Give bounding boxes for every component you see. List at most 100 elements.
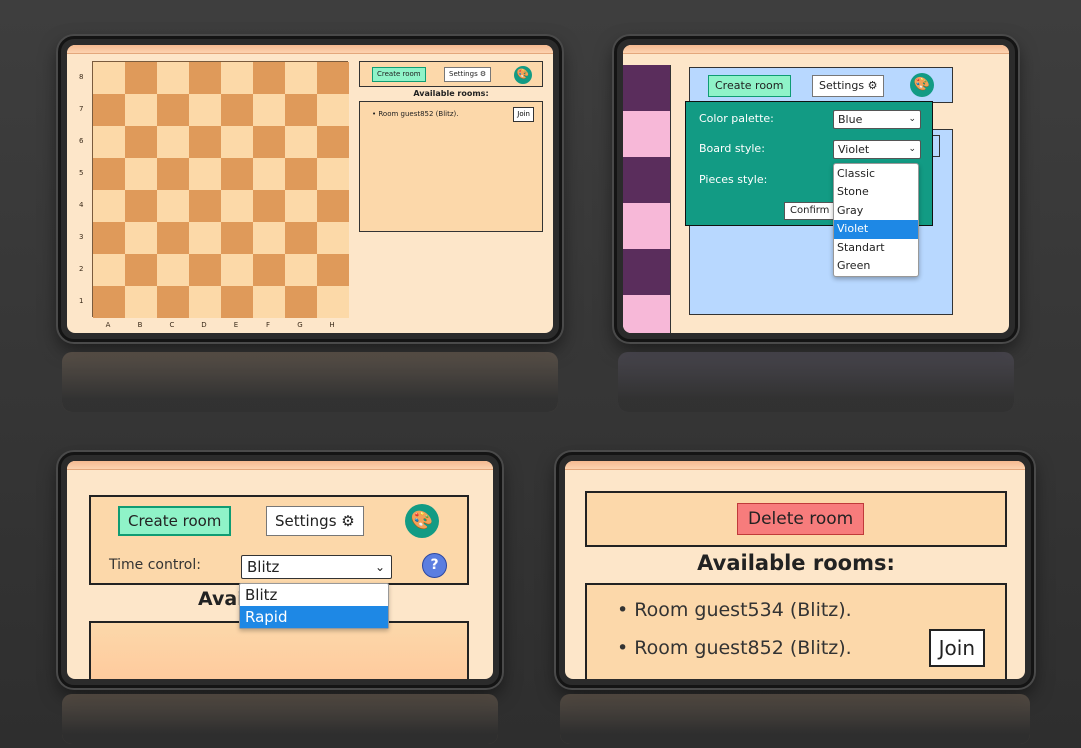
reflection-rooms <box>560 694 1030 744</box>
board-square[interactable] <box>125 222 157 254</box>
screen-board: 8 7 6 5 4 3 2 1 A B C D E F G H Create room Settings ⚙… <box>67 45 553 333</box>
board-square[interactable] <box>253 222 285 254</box>
board-square[interactable] <box>189 254 221 286</box>
board-square[interactable] <box>253 190 285 222</box>
board-square[interactable] <box>93 62 125 94</box>
board-square[interactable] <box>189 62 221 94</box>
board-square[interactable] <box>285 286 317 318</box>
board-square[interactable] <box>125 190 157 222</box>
dropdown-option[interactable]: Standart <box>834 239 918 257</box>
board-square[interactable] <box>125 94 157 126</box>
board-square[interactable] <box>317 126 349 158</box>
help-icon[interactable]: ? <box>422 553 447 578</box>
board-square[interactable] <box>221 254 253 286</box>
board-square[interactable] <box>221 62 253 94</box>
board-style-select[interactable]: Violet ⌄ <box>833 140 921 159</box>
board-square[interactable] <box>189 190 221 222</box>
board-square[interactable] <box>285 94 317 126</box>
chevron-down-icon: ⌄ <box>374 560 385 574</box>
board-square[interactable] <box>253 286 285 318</box>
board-square[interactable] <box>125 62 157 94</box>
board-square[interactable] <box>285 222 317 254</box>
room-list-item: • Room guest852 (Blitz). <box>617 637 852 659</box>
board-square[interactable] <box>317 254 349 286</box>
board-square[interactable] <box>157 190 189 222</box>
create-room-button[interactable]: Create room <box>708 75 791 97</box>
board-square[interactable] <box>125 254 157 286</box>
board-square[interactable] <box>93 286 125 318</box>
settings-button[interactable]: Settings ⚙ <box>266 506 364 536</box>
delete-room-button[interactable]: Delete room <box>737 503 865 535</box>
board-style-options: Classic Stone Gray Violet Standart Green <box>833 163 919 278</box>
dropdown-option[interactable]: Green <box>834 257 918 275</box>
board-square[interactable] <box>317 222 349 254</box>
dropdown-option[interactable]: Blitz <box>240 584 388 606</box>
board-square[interactable] <box>189 126 221 158</box>
palette-icon[interactable]: 🎨 <box>405 504 439 538</box>
time-control-value: Blitz <box>247 558 280 576</box>
settings-button[interactable]: Settings ⚙ <box>812 75 885 97</box>
dropdown-option[interactable]: Rapid <box>240 606 388 628</box>
palette-icon[interactable]: 🎨 <box>514 66 532 84</box>
join-button[interactable]: Join <box>928 629 985 667</box>
chess-board[interactable] <box>92 61 349 318</box>
board-square[interactable] <box>157 126 189 158</box>
board-square[interactable] <box>189 286 221 318</box>
board-square[interactable] <box>285 158 317 190</box>
board-square[interactable] <box>157 254 189 286</box>
board-square[interactable] <box>157 286 189 318</box>
board-square[interactable] <box>285 254 317 286</box>
board-square[interactable] <box>221 286 253 318</box>
board-square[interactable] <box>125 126 157 158</box>
board-square[interactable] <box>253 62 285 94</box>
board-square[interactable] <box>93 222 125 254</box>
board-square[interactable] <box>253 254 285 286</box>
board-square[interactable] <box>93 94 125 126</box>
board-square[interactable] <box>189 94 221 126</box>
board-square[interactable] <box>125 286 157 318</box>
board-square[interactable] <box>125 158 157 190</box>
board-square[interactable] <box>317 190 349 222</box>
dropdown-option[interactable]: Classic <box>834 165 918 183</box>
board-square[interactable] <box>221 158 253 190</box>
board-square[interactable] <box>253 94 285 126</box>
confirm-button[interactable]: Confirm <box>784 202 836 220</box>
board-square[interactable] <box>93 158 125 190</box>
board-square[interactable] <box>317 158 349 190</box>
board-square[interactable] <box>157 158 189 190</box>
board-square[interactable] <box>285 62 317 94</box>
board-square[interactable] <box>317 62 349 94</box>
board-square[interactable] <box>93 190 125 222</box>
board-square[interactable] <box>157 94 189 126</box>
board-square[interactable] <box>253 158 285 190</box>
board-square[interactable] <box>93 254 125 286</box>
board-square[interactable] <box>317 94 349 126</box>
available-rooms-heading: Avai <box>198 588 244 610</box>
board-square[interactable] <box>189 158 221 190</box>
board-square[interactable] <box>253 126 285 158</box>
board-square[interactable] <box>285 190 317 222</box>
board-square[interactable] <box>157 62 189 94</box>
board-square[interactable] <box>317 286 349 318</box>
pieces-style-label: Pieces style: <box>699 173 768 186</box>
board-square[interactable] <box>157 222 189 254</box>
board-square[interactable] <box>93 126 125 158</box>
color-palette-select[interactable]: Blue ⌄ <box>833 110 921 129</box>
board-square[interactable] <box>221 222 253 254</box>
board-square[interactable] <box>189 222 221 254</box>
settings-button[interactable]: Settings ⚙ <box>444 67 492 82</box>
board-square[interactable] <box>221 190 253 222</box>
create-room-button[interactable]: Create room <box>118 506 232 536</box>
board-square[interactable] <box>221 126 253 158</box>
board-square[interactable] <box>221 94 253 126</box>
time-control-select[interactable]: Blitz ⌄ <box>241 555 392 579</box>
dropdown-option[interactable]: Stone <box>834 183 918 201</box>
create-room-button[interactable]: Create room <box>372 67 426 82</box>
palette-icon[interactable]: 🎨 <box>910 73 934 97</box>
file-label: A <box>105 321 111 329</box>
rank-label: 8 <box>79 73 84 81</box>
join-button[interactable]: Join <box>513 107 534 122</box>
dropdown-option[interactable]: Violet <box>834 220 918 239</box>
board-square[interactable] <box>285 126 317 158</box>
dropdown-option[interactable]: Gray <box>834 202 918 220</box>
